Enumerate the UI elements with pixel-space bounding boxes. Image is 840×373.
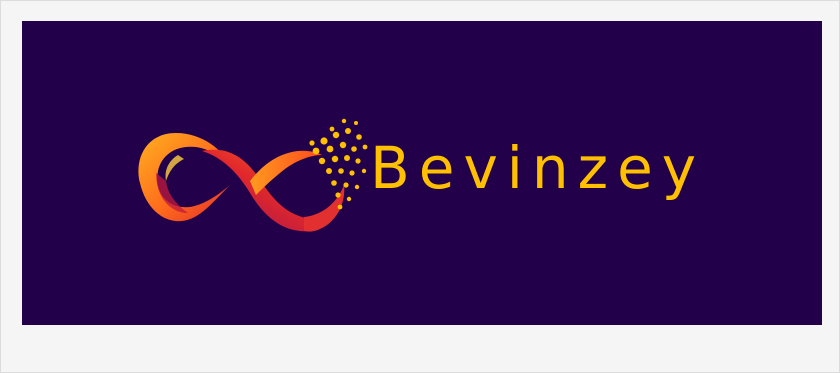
image-frame: Bevinzey — [0, 0, 840, 373]
infinity-swirl-icon — [138, 118, 368, 232]
brand-wordmark: Bevinzey — [370, 134, 706, 202]
brand-banner: Bevinzey — [22, 21, 822, 325]
